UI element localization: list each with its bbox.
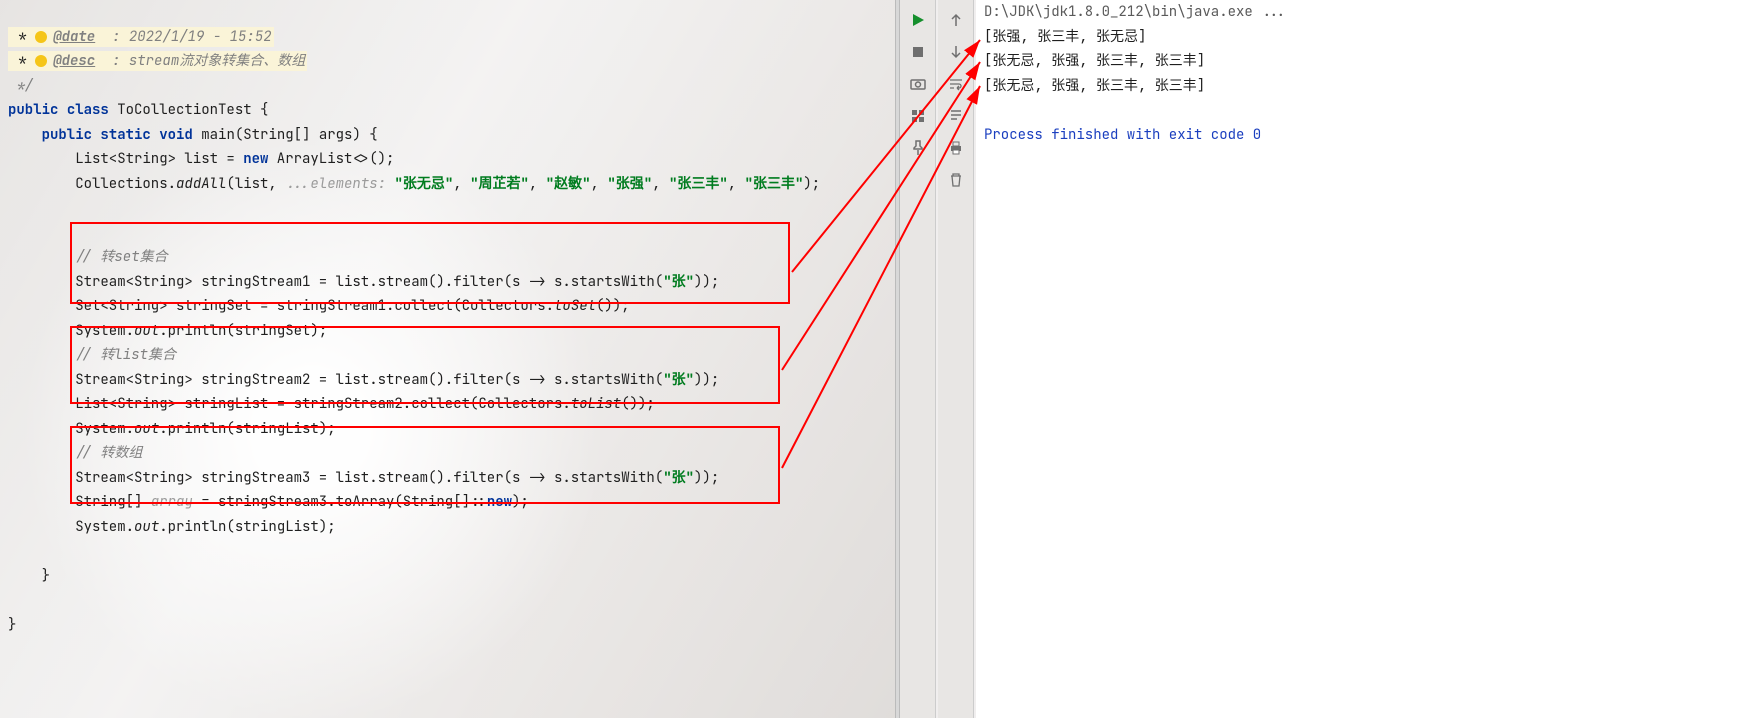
unused-var: array xyxy=(151,493,193,511)
kw-class: class xyxy=(67,101,109,119)
code-area[interactable]: * @date : 2022/1/19 - 15:52 * @desc : st… xyxy=(0,0,895,662)
comment: // 转list集合 xyxy=(75,346,176,364)
console-command: D:\JDK\jdk1.8.0_212\bin\java.exe ... xyxy=(976,0,1750,25)
kw-public: public xyxy=(42,126,92,144)
static-method: addAll xyxy=(176,175,226,193)
stop-icon[interactable] xyxy=(908,42,928,62)
comment: // 转数组 xyxy=(75,444,142,462)
code-frag: Stream<String> stringStream3 = list.stre… xyxy=(75,469,663,487)
console-exit-line: Process finished with exit code 0 xyxy=(976,123,1750,148)
code-frag: ); xyxy=(512,493,529,511)
brace-close: } xyxy=(8,567,50,585)
code-frag: List<String> list = xyxy=(75,150,243,168)
kw-void: void xyxy=(159,126,193,144)
javadoc-date-value: : 2022/1/19 - 15:52 xyxy=(112,28,272,46)
code-frag: System. xyxy=(75,518,134,536)
static-method: toList xyxy=(571,395,621,413)
brace-close: } xyxy=(8,616,16,634)
code-frag: ()); xyxy=(621,395,655,413)
field-out: out xyxy=(134,518,159,536)
print-icon[interactable] xyxy=(946,138,966,158)
kw-static: static xyxy=(100,126,150,144)
code-frag: .println(stringList); xyxy=(159,518,335,536)
code-frag: System. xyxy=(75,420,134,438)
javadoc-end: */ xyxy=(16,77,33,95)
code-frag: Stream<String> stringStream1 = list.stre… xyxy=(75,273,663,291)
code-frag: System. xyxy=(75,322,134,340)
string-literal: "张" xyxy=(663,273,694,291)
code-frag: ); xyxy=(803,175,820,193)
code-frag: )); xyxy=(694,371,719,389)
pin-icon[interactable] xyxy=(908,138,928,158)
static-method: toSet xyxy=(554,297,596,315)
javadoc-desc-value: : stream流对象转集合、数组 xyxy=(112,52,305,70)
code-frag: List<String> stringList = stringStream2.… xyxy=(75,395,571,413)
code-frag: )); xyxy=(694,469,719,487)
javadoc-date-tag: @date xyxy=(53,28,95,46)
inlay-hint: ...elements: xyxy=(285,175,394,193)
string-literal: "张三丰" xyxy=(669,175,728,193)
console-line: [张强, 张三丰, 张无忌] xyxy=(976,25,1750,50)
string-literal: "张" xyxy=(663,371,694,389)
class-name: ToCollectionTest { xyxy=(117,101,268,119)
arrow-down-icon[interactable] xyxy=(946,42,966,62)
kw-new: new xyxy=(487,493,512,511)
run-side-toolbar-left xyxy=(900,0,936,718)
string-literal: "张" xyxy=(663,469,694,487)
comment: // 转set集合 xyxy=(75,248,167,266)
code-frag: (list, xyxy=(226,175,285,193)
kw-new: new xyxy=(243,150,268,168)
bulb-icon xyxy=(35,55,47,67)
scroll-icon[interactable] xyxy=(946,106,966,126)
string-literal: "张无忌" xyxy=(394,175,453,193)
layout-icon[interactable] xyxy=(908,106,928,126)
code-frag: Set<String> stringSet = stringStream1.co… xyxy=(75,297,554,315)
code-frag: Collections. xyxy=(75,175,176,193)
wrap-icon[interactable] xyxy=(946,74,966,94)
code-frag: )); xyxy=(694,273,719,291)
string-literal: "周芷若" xyxy=(470,175,529,193)
code-frag: .println(stringSet); xyxy=(159,322,327,340)
string-literal: "赵敏" xyxy=(546,175,591,193)
code-editor[interactable]: * @date : 2022/1/19 - 15:52 * @desc : st… xyxy=(0,0,895,718)
javadoc-desc-tag: @desc xyxy=(53,52,95,70)
field-out: out xyxy=(134,420,159,438)
camera-icon[interactable] xyxy=(908,74,928,94)
code-frag: .println(stringList); xyxy=(159,420,335,438)
run-icon[interactable] xyxy=(908,10,928,30)
method-sig: main(String[] args) { xyxy=(201,126,377,144)
string-literal: "张三丰" xyxy=(745,175,804,193)
run-console[interactable]: D:\JDK\jdk1.8.0_212\bin\java.exe ... [张强… xyxy=(976,0,1750,718)
code-frag: String[] xyxy=(75,493,151,511)
string-literal: "张强" xyxy=(607,175,652,193)
kw-public: public xyxy=(8,101,58,119)
code-frag: ArrayList<>(); xyxy=(268,150,394,168)
code-frag: = stringStream3.toArray(String[]:: xyxy=(193,493,487,511)
code-frag: Stream<String> stringStream2 = list.stre… xyxy=(75,371,663,389)
field-out: out xyxy=(134,322,159,340)
bulb-icon xyxy=(35,31,47,43)
trash-icon[interactable] xyxy=(946,170,966,190)
code-frag: ()); xyxy=(596,297,630,315)
console-line: [张无忌, 张强, 张三丰, 张三丰] xyxy=(976,49,1750,74)
run-side-toolbar-right xyxy=(938,0,974,718)
console-line: [张无忌, 张强, 张三丰, 张三丰] xyxy=(976,74,1750,99)
arrow-up-icon[interactable] xyxy=(946,10,966,30)
